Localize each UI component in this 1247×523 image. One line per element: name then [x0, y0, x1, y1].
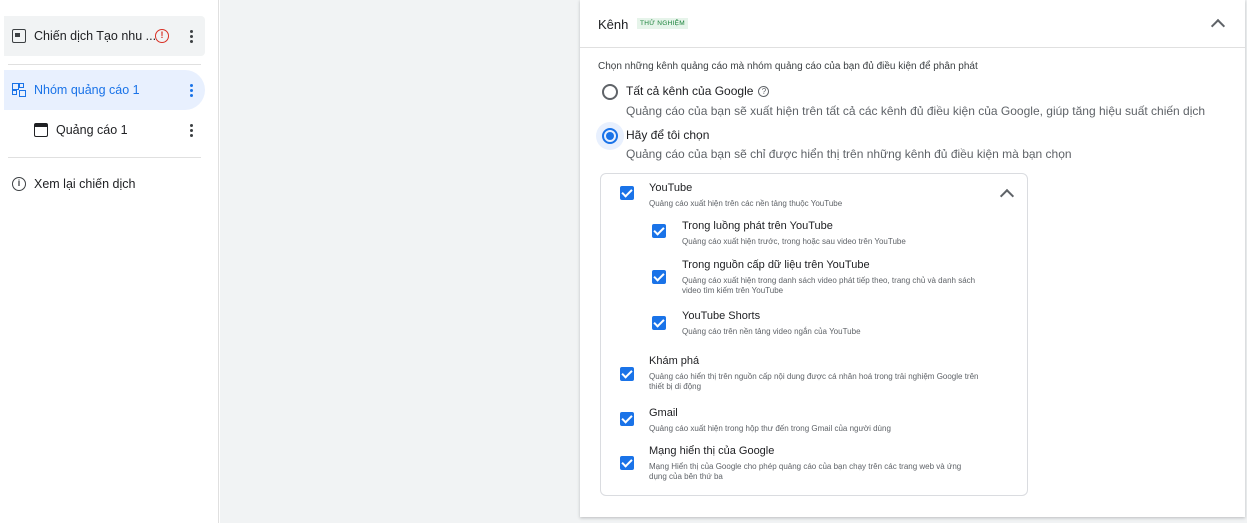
channel-infeed-desc: Quảng cáo xuất hiện trong danh sách vide…	[682, 276, 976, 295]
option-all-description: Quảng cáo của bạn sẽ xuất hiện trên tất …	[626, 104, 1206, 118]
ad-group-more-icon[interactable]	[181, 83, 201, 97]
warning-icon: !	[155, 29, 169, 43]
channel-youtube-desc: Quảng cáo xuất hiện trên các nền tảng th…	[649, 199, 843, 208]
beta-badge: THỬ NGHIỆM	[637, 18, 689, 29]
option-all-label[interactable]: Tất cả kênh của Google?	[626, 84, 770, 98]
radio-all-channels[interactable]	[602, 84, 618, 100]
checkbox-display[interactable]	[620, 456, 634, 470]
checkbox-discover[interactable]	[620, 367, 634, 381]
grid-cell	[19, 83, 24, 88]
channel-discover-title: Khám phá	[649, 355, 700, 367]
ad-label: Quảng cáo 1	[56, 123, 128, 137]
ad-icon	[34, 123, 48, 137]
channel-gmail-desc: Quảng cáo xuất hiện trong hộp thư đến tr…	[649, 424, 891, 433]
divider	[8, 157, 201, 158]
sidebar: Chiến dịch Tạo nhu ... ! Nhóm quảng cáo …	[0, 0, 219, 523]
divider	[580, 47, 1245, 48]
card-title: Kênh	[598, 17, 629, 32]
channel-gmail-title: Gmail	[649, 407, 678, 419]
channel-display-desc: Mạng Hiển thị của Google cho phép quảng …	[649, 462, 962, 481]
sidebar-item-ad-group[interactable]: Nhóm quảng cáo 1	[4, 70, 205, 110]
checkbox-shorts[interactable]	[652, 316, 666, 330]
help-icon[interactable]: ?	[758, 86, 770, 97]
grid-cell	[12, 90, 17, 95]
card-header[interactable]: Kênh THỬ NGHIỆM	[580, 0, 1245, 47]
campaign-label: Chiến dịch Tạo nhu ...	[34, 29, 155, 43]
channel-instream-desc: Quảng cáo xuất hiện trước, trong hoặc sa…	[682, 237, 906, 246]
option-all-text: Tất cả kênh của Google	[626, 84, 754, 98]
campaign-icon	[12, 29, 26, 43]
checkbox-instream[interactable]	[652, 224, 666, 238]
sidebar-item-campaign[interactable]: Chiến dịch Tạo nhu ... !	[4, 16, 205, 56]
info-icon: i	[12, 177, 26, 191]
radio-let-me-choose[interactable]	[602, 128, 618, 144]
ad-group-label: Nhóm quảng cáo 1	[34, 83, 140, 97]
sidebar-item-ad[interactable]: Quảng cáo 1	[4, 110, 205, 150]
channel-shorts-desc: Quảng cáo trên nền tảng video ngắn của Y…	[682, 327, 861, 336]
checkbox-gmail[interactable]	[620, 412, 634, 426]
channel-youtube-title: YouTube	[649, 182, 693, 194]
channel-display-title: Mạng hiển thị của Google	[649, 445, 775, 457]
checkbox-infeed[interactable]	[652, 270, 666, 284]
channel-shorts-title: YouTube Shorts	[682, 310, 761, 322]
review-label: Xem lại chiến dịch	[34, 177, 136, 191]
divider	[8, 64, 201, 65]
checkbox-youtube[interactable]	[620, 186, 634, 200]
channel-discover-desc: Quảng cáo hiển thị trên nguồn cấp nội du…	[649, 372, 979, 391]
option-choose-label[interactable]: Hãy để tôi chọn	[626, 128, 709, 142]
channel-instream-title: Trong luồng phát trên YouTube	[682, 220, 833, 232]
channel-infeed-title: Trong nguồn cấp dữ liệu trên YouTube	[682, 259, 870, 271]
option-choose-description: Quảng cáo của bạn sẽ chỉ được hiển thị t…	[626, 147, 1072, 161]
grid-icon	[12, 83, 26, 97]
card-description: Chọn những kênh quảng cáo mà nhóm quảng …	[598, 61, 978, 72]
ad-more-icon[interactable]	[181, 123, 201, 137]
sidebar-item-review[interactable]: i Xem lại chiến dịch	[4, 164, 205, 204]
collapse-chevron-icon[interactable]	[1210, 18, 1226, 34]
campaign-more-icon[interactable]	[181, 29, 201, 43]
